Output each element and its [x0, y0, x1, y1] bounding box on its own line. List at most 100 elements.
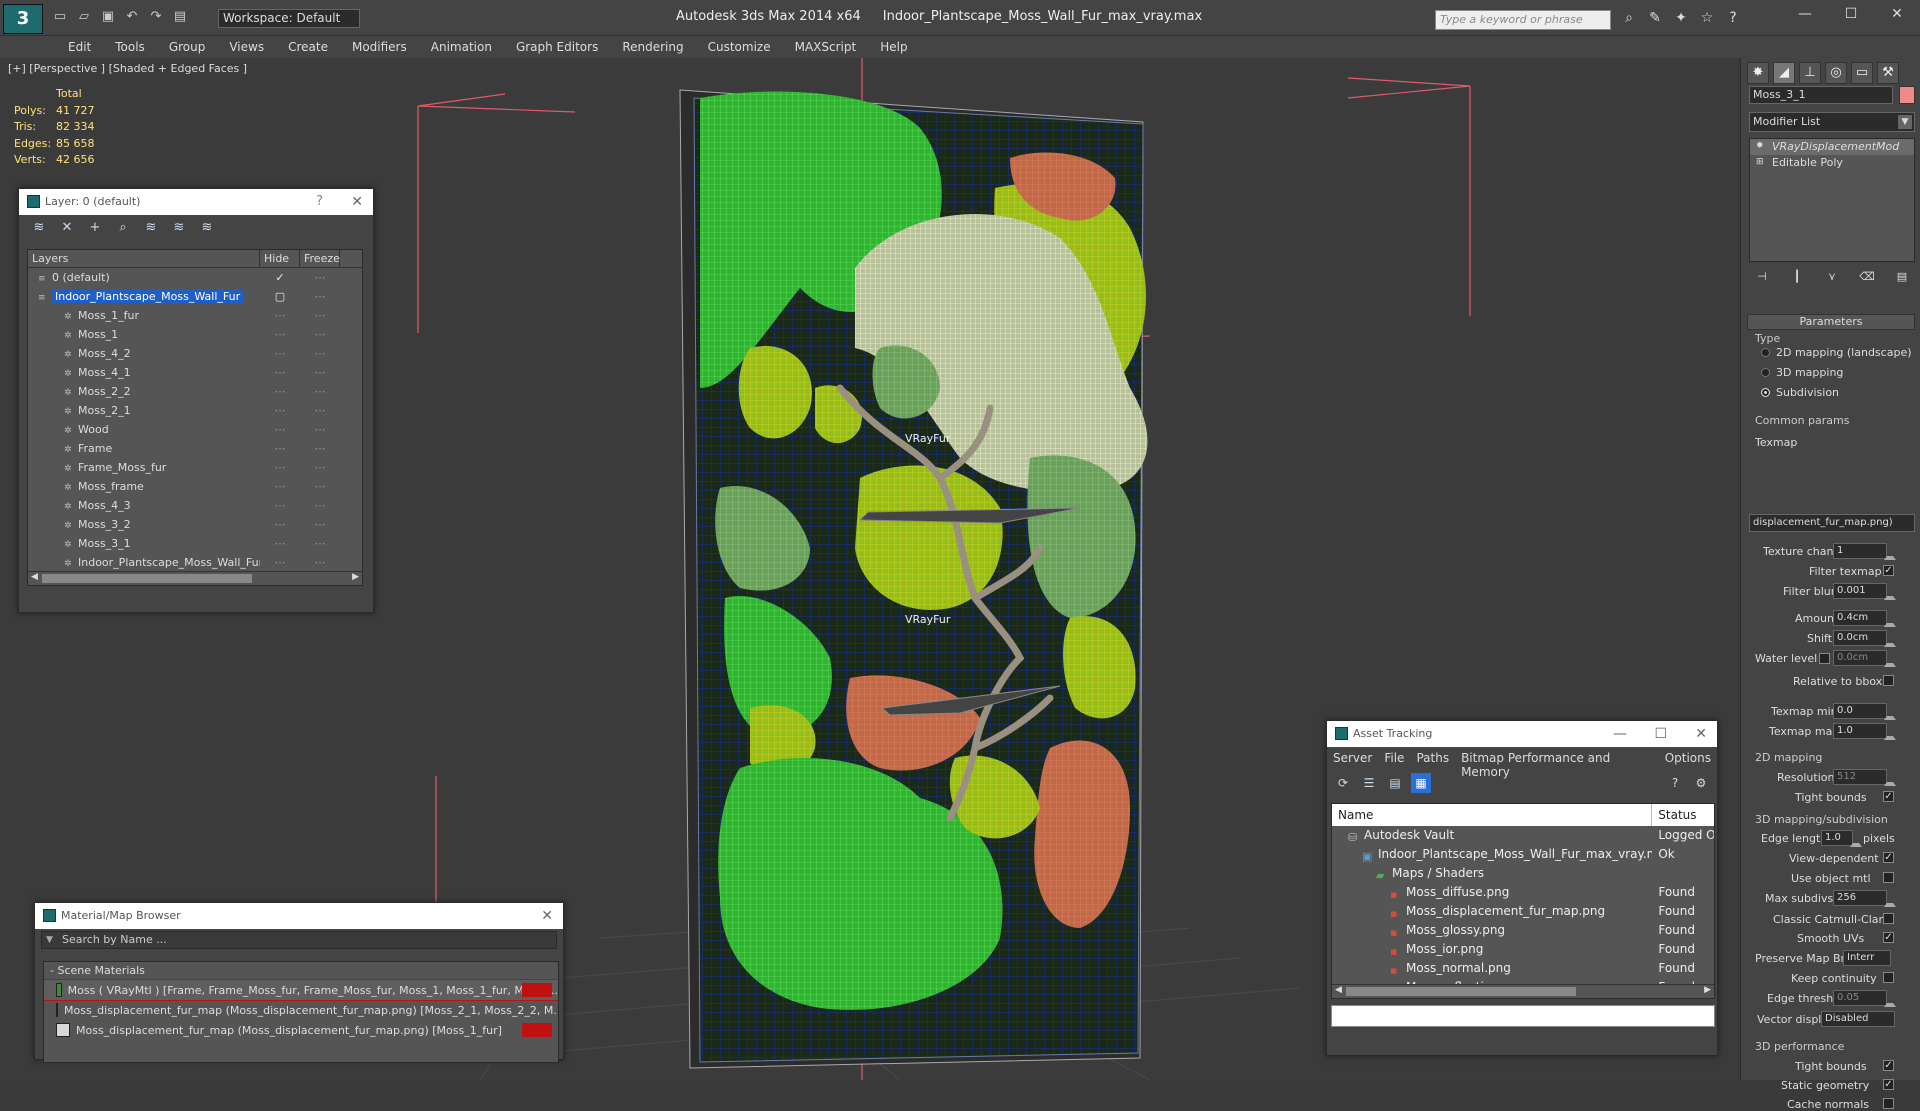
- app-logo-button[interactable]: 3: [3, 4, 43, 34]
- asset-row[interactable]: ▪ Moss_diffuse.png Found: [1332, 883, 1714, 902]
- help-icon[interactable]: ?: [1724, 10, 1742, 26]
- layer-help-icon[interactable]: ?: [316, 189, 323, 215]
- minimize-icon[interactable]: —: [1782, 0, 1828, 28]
- hide-toggle[interactable]: ⋯: [260, 496, 300, 515]
- hide-toggle[interactable]: ⋯: [260, 534, 300, 553]
- col-name[interactable]: Name: [1332, 804, 1653, 826]
- cache-normals-checkbox[interactable]: [1883, 1098, 1894, 1109]
- pin-stack-icon[interactable]: ⊣: [1753, 268, 1771, 286]
- hide-toggle[interactable]: ⋯: [260, 344, 300, 363]
- display-tab-icon[interactable]: ▭: [1851, 62, 1873, 84]
- material-item[interactable]: Moss_displacement_fur_map (Moss_displace…: [44, 1000, 558, 1020]
- stack-item-editable-poly[interactable]: ⊞ Editable Poly: [1750, 155, 1914, 171]
- layer-row[interactable]: ✲ Frame_Moss_fur ⋯ ⋯: [28, 458, 362, 477]
- asset-minimize-icon[interactable]: —: [1613, 721, 1627, 747]
- modify-tab-icon[interactable]: ◢: [1773, 62, 1795, 84]
- view-dependent-checkbox[interactable]: ✓: [1883, 852, 1894, 863]
- asset-settings-icon[interactable]: ⚙: [1691, 773, 1711, 793]
- hide-all-layers-icon[interactable]: ≋: [169, 219, 189, 237]
- menu-edit[interactable]: Edit: [56, 36, 103, 58]
- layer-row[interactable]: ✲ Moss_4_3 ⋯ ⋯: [28, 496, 362, 515]
- menu-customize[interactable]: Customize: [696, 36, 783, 58]
- list-view-icon[interactable]: ☰: [1359, 773, 1379, 793]
- asset-menu-file[interactable]: File: [1384, 751, 1404, 765]
- hide-toggle[interactable]: ⋯: [260, 306, 300, 325]
- undo-icon[interactable]: ↶: [122, 8, 142, 26]
- keep-continuity-checkbox[interactable]: [1883, 972, 1894, 983]
- layer-list[interactable]: Layers Hide Freeze ≡ 0 (default) ✓ ⋯ ≡ Indoor…: [27, 249, 363, 586]
- remove-modifier-icon[interactable]: ⌫: [1858, 268, 1876, 286]
- menu-help[interactable]: Help: [868, 36, 919, 58]
- filter-texmap-checkbox[interactable]: ✓: [1883, 565, 1894, 576]
- static-geometry-checkbox[interactable]: ✓: [1883, 1079, 1894, 1090]
- amount-spinner[interactable]: 0.4cm: [1833, 610, 1896, 627]
- col-freeze[interactable]: Freeze: [300, 250, 340, 267]
- open-file-icon[interactable]: ▱: [74, 8, 94, 26]
- stack-item-vraydisplacement[interactable]: ✹ VRayDisplacementMod: [1750, 139, 1914, 155]
- layer-row[interactable]: ≡ 0 (default) ✓ ⋯: [28, 268, 362, 287]
- save-file-icon[interactable]: ▣: [98, 8, 118, 26]
- layer-row[interactable]: ✲ Moss_3_1 ⋯ ⋯: [28, 534, 362, 553]
- catmull-clark-checkbox[interactable]: [1883, 913, 1894, 924]
- asset-maximize-icon[interactable]: ☐: [1654, 721, 1667, 747]
- asset-row[interactable]: ▪ Moss_glossy.png Found: [1332, 921, 1714, 940]
- freeze-toggle[interactable]: ⋯: [300, 401, 340, 420]
- radio-3d-mapping[interactable]: 3D mapping: [1761, 366, 1843, 379]
- water-level-spinner[interactable]: 0.0cm: [1833, 650, 1896, 667]
- freeze-toggle[interactable]: ⋯: [300, 325, 340, 344]
- menu-graph-editors[interactable]: Graph Editors: [504, 36, 610, 58]
- select-objects-icon[interactable]: ⌕: [113, 219, 133, 237]
- freeze-toggle[interactable]: ⋯: [300, 515, 340, 534]
- menu-create[interactable]: Create: [276, 36, 340, 58]
- hide-toggle[interactable]: ✓: [260, 268, 300, 287]
- freeze-toggle[interactable]: ⋯: [300, 420, 340, 439]
- table-view-icon[interactable]: ▦: [1411, 773, 1431, 793]
- communication-center-icon[interactable]: ✦: [1672, 10, 1690, 26]
- material-browser-titlebar[interactable]: Material/Map Browser ✕: [35, 903, 563, 929]
- bulb-icon[interactable]: ✹: [1756, 141, 1766, 152]
- radio-subdivision[interactable]: Subdivision: [1761, 386, 1839, 399]
- add-to-layer-icon[interactable]: +: [85, 219, 105, 237]
- freeze-toggle[interactable]: ⋯: [300, 268, 340, 287]
- freeze-toggle[interactable]: ⋯: [300, 477, 340, 496]
- asset-row[interactable]: ⛁ Autodesk Vault Logged Ou: [1332, 826, 1714, 845]
- hide-toggle[interactable]: ▢: [260, 287, 300, 306]
- hide-toggle[interactable]: ⋯: [260, 420, 300, 439]
- layer-row[interactable]: ✲ Moss_1 ⋯ ⋯: [28, 325, 362, 344]
- asset-tracking-titlebar[interactable]: Asset Tracking — ☐ ✕: [1327, 721, 1717, 747]
- shift-spinner[interactable]: 0.0cm: [1833, 630, 1896, 647]
- edge-thresh-spinner[interactable]: 0.05: [1833, 990, 1896, 1007]
- col-layers[interactable]: Layers: [28, 250, 260, 267]
- configure-sets-icon[interactable]: ▤: [1893, 268, 1911, 286]
- modifier-stack[interactable]: ✹ VRayDisplacementMod ⊞ Editable Poly: [1749, 138, 1915, 262]
- hide-toggle[interactable]: ⋯: [260, 515, 300, 534]
- keyword-search-input[interactable]: Type a keyword or phrase: [1435, 10, 1611, 30]
- asset-row[interactable]: ▣ Indoor_Plantscape_Moss_Wall_Fur_max_vra…: [1332, 845, 1714, 864]
- smooth-uvs-checkbox[interactable]: ✓: [1883, 932, 1894, 943]
- object-name-field[interactable]: Moss_3_1: [1749, 86, 1893, 104]
- asset-row[interactable]: ▪ Moss_normal.png Found: [1332, 959, 1714, 978]
- freeze-toggle[interactable]: ⋯: [300, 553, 340, 572]
- freeze-toggle[interactable]: ⋯: [300, 344, 340, 363]
- tight-bounds-checkbox[interactable]: ✓: [1883, 791, 1894, 802]
- layer-close-icon[interactable]: ✕: [351, 189, 363, 215]
- menu-views[interactable]: Views: [217, 36, 276, 58]
- texture-chan-spinner[interactable]: 1: [1833, 543, 1896, 560]
- hide-toggle[interactable]: ⋯: [260, 458, 300, 477]
- hide-toggle[interactable]: ⋯: [260, 401, 300, 420]
- tight-bounds-2-checkbox[interactable]: ✓: [1883, 1060, 1894, 1071]
- new-file-icon[interactable]: ▭: [50, 8, 70, 26]
- layer-row[interactable]: ✲ Moss_4_1 ⋯ ⋯: [28, 363, 362, 382]
- freeze-toggle[interactable]: ⋯: [300, 363, 340, 382]
- resolution-spinner[interactable]: 512: [1833, 769, 1896, 786]
- object-color-swatch[interactable]: [1899, 86, 1915, 104]
- col-hide[interactable]: Hide: [260, 250, 300, 267]
- freeze-toggle[interactable]: ⋯: [300, 496, 340, 515]
- max-subdivs-spinner[interactable]: 256: [1833, 890, 1896, 907]
- preserve-map-dropdown[interactable]: Interr: [1843, 950, 1891, 966]
- material-browser-close-icon[interactable]: ✕: [541, 903, 553, 929]
- freeze-toggle[interactable]: ⋯: [300, 458, 340, 477]
- hide-toggle[interactable]: ⋯: [260, 439, 300, 458]
- radio-2d-mapping[interactable]: 2D mapping (landscape): [1761, 346, 1912, 359]
- viewport-label[interactable]: [+] [Perspective ] [Shaded + Edged Faces…: [8, 62, 247, 75]
